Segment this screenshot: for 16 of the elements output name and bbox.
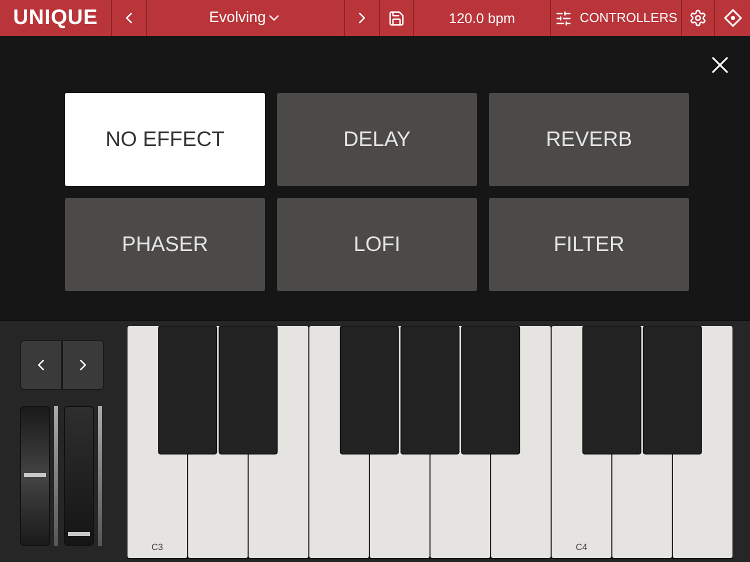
app-logo: UNIQUE — [13, 5, 98, 32]
sliders-icon — [554, 10, 572, 26]
key-label: C4 — [576, 542, 588, 552]
diamond-icon — [724, 9, 742, 27]
effect-option[interactable]: REVERB — [489, 93, 689, 186]
settings-icon — [689, 9, 707, 27]
piano-keyboard-drawing[interactable] — [127, 326, 733, 559]
pitch-wheel[interactable] — [20, 406, 50, 546]
mod-wheel[interactable] — [64, 406, 94, 546]
effect-option[interactable]: FILTER — [489, 198, 689, 291]
key-label: C3 — [152, 542, 164, 552]
effect-option[interactable]: PHASER — [65, 198, 265, 291]
effect-option[interactable]: DELAY — [277, 93, 477, 186]
effect-option[interactable]: NO EFFECT — [65, 93, 265, 186]
save-icon — [388, 10, 405, 26]
effect-option[interactable]: LOFI — [277, 198, 477, 291]
